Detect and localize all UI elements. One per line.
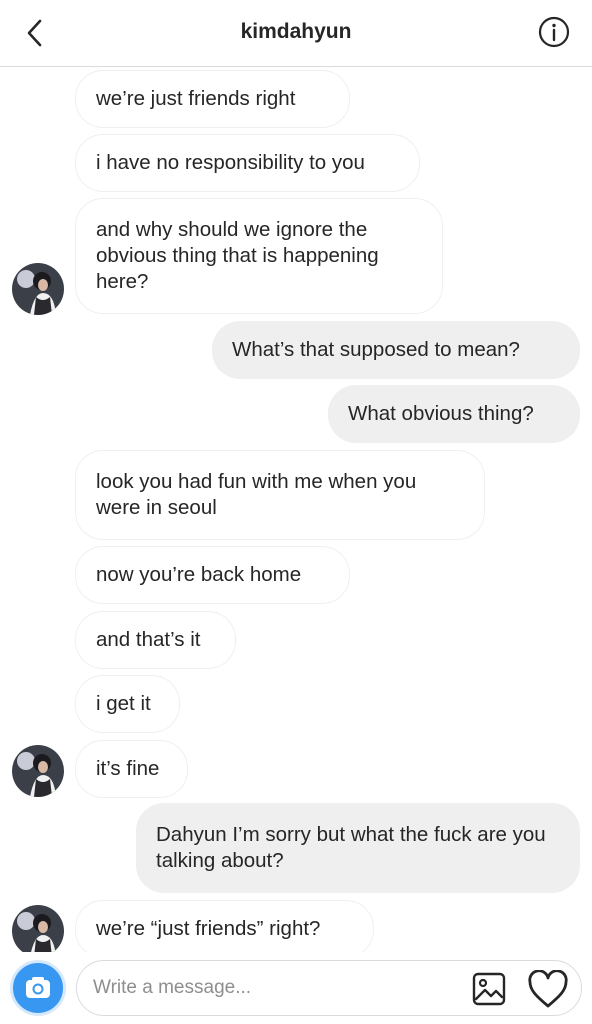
message-text: i have no responsibility to you [96,151,365,174]
avatar[interactable] [12,905,64,952]
outgoing-message[interactable]: What obvious thing? [328,385,580,443]
camera-button[interactable] [10,960,66,1016]
info-icon[interactable] [538,16,570,48]
message-text: we’re just friends right [96,87,296,110]
message-text: What’s that supposed to mean? [232,338,520,361]
message-input[interactable] [93,973,463,1003]
incoming-message[interactable]: and that’s it [75,611,236,669]
message-text: and why should we ignore the obvious thi… [96,218,379,293]
outgoing-message[interactable]: What’s that supposed to mean? [212,321,580,379]
chat-title[interactable]: kimdahyun [0,20,592,44]
incoming-message[interactable]: i get it [75,675,180,733]
incoming-message[interactable]: look you had fun with me when you were i… [75,450,485,540]
avatar[interactable] [12,745,64,797]
avatar[interactable] [12,263,64,315]
incoming-message[interactable]: and why should we ignore the obvious thi… [75,198,443,314]
incoming-message[interactable]: we’re “just friends” right? [75,900,374,952]
message-text: Dahyun I’m sorry but what the fuck are y… [156,823,546,872]
camera-icon [26,977,50,998]
message-text: look you had fun with me when you were i… [96,470,417,519]
message-composer [0,952,592,1024]
message-input-container[interactable] [76,960,582,1016]
chat-header: kimdahyun [0,0,592,67]
incoming-message[interactable]: now you’re back home [75,546,350,604]
message-text: and that’s it [96,628,201,651]
incoming-message[interactable]: i have no responsibility to you [75,134,420,192]
message-text: it’s fine [96,757,160,780]
incoming-message[interactable]: we’re just friends right [75,70,350,128]
outgoing-message[interactable]: Dahyun I’m sorry but what the fuck are y… [136,803,580,893]
message-text: i get it [96,692,151,715]
incoming-message[interactable]: it’s fine [75,740,188,798]
message-text: What obvious thing? [348,402,534,425]
gallery-icon[interactable] [471,971,507,1007]
message-text: we’re “just friends” right? [96,917,321,940]
message-text: now you’re back home [96,563,302,586]
message-thread[interactable]: we’re just friends right i have no respo… [0,67,592,952]
heart-icon[interactable] [527,970,569,1010]
